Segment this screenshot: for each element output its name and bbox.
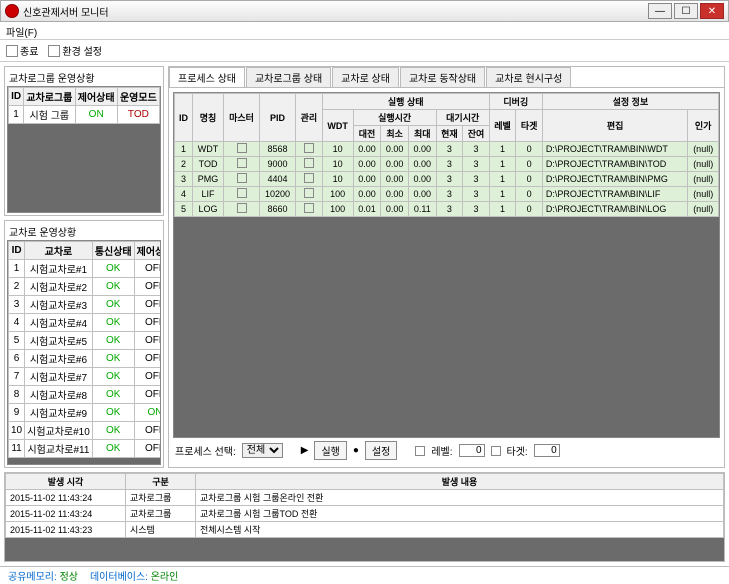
process-select[interactable]: 전체: [242, 443, 283, 458]
g1-h-mode: 운영모드: [117, 88, 159, 106]
target-input[interactable]: 0: [534, 444, 560, 457]
table-row[interactable]: 5LOG86601000.010.000.113310D:\PROJECT\TR…: [175, 202, 719, 217]
tab-phasecfg[interactable]: 교차로 현시구성: [486, 67, 571, 87]
target-label: 타겟:: [507, 443, 528, 458]
stop-button[interactable]: 설정: [365, 441, 397, 460]
table-row[interactable]: 1 시험 그룹 ON TOD: [9, 106, 160, 124]
group-status-table: ID 교차로그룹 제어상태 운영모드 1 시험 그룹 ON TOD: [8, 87, 160, 124]
g2-h-name: 교차로: [25, 242, 93, 260]
play-icon: ▶: [301, 445, 309, 456]
menubar: 파일(F): [0, 22, 729, 40]
status-mem-label: 공유메모리:: [8, 572, 57, 583]
intersection-status-table: ID 교차로 통신상태 제어상태 1시험교차로#1OKOFF2시험교차로#2OK…: [8, 241, 161, 458]
toolbar-exit-label: 종료: [20, 43, 38, 58]
table-row[interactable]: 2TOD9000100.000.000.003310D:\PROJECT\TRA…: [175, 157, 719, 172]
menu-file[interactable]: 파일(F): [6, 28, 37, 39]
g2-h-ctrl: 제어상태: [134, 242, 161, 260]
log-h-cat: 구분: [126, 474, 196, 490]
settings-icon: [48, 45, 60, 57]
table-row[interactable]: 1WDT8568100.000.000.003310D:\PROJECT\TRA…: [175, 142, 719, 157]
exit-icon: [6, 45, 18, 57]
table-row[interactable]: 6시험교차로#6OKOFF: [9, 350, 162, 368]
status-db-label: 데이터베이스:: [90, 572, 148, 583]
table-row[interactable]: 2015-11-02 11:43:23시스템전체시스템 시작: [6, 522, 724, 538]
tabstrip: 프로세스 상태 교차로그룹 상태 교차로 상태 교차로 동작상태 교차로 현시구…: [169, 67, 724, 88]
status-db-value: 온라인: [151, 572, 179, 583]
minimize-button[interactable]: —: [648, 3, 672, 19]
g1-h-name: 교차로그룹: [24, 88, 75, 106]
table-row[interactable]: 7시험교차로#7OKOFF: [9, 368, 162, 386]
table-row[interactable]: 4시험교차로#4OKOFF: [9, 314, 162, 332]
tab-opstatus[interactable]: 교차로 동작상태: [400, 67, 485, 87]
table-row[interactable]: 2015-11-02 11:43:24교차로그룹교차로그룹 시험 그룹온라인 전…: [6, 490, 724, 506]
intersection-status-box: 교차로 운영상황 ID 교차로 통신상태 제어상태 1시험교차로#1OKOFF2…: [4, 220, 164, 468]
toolbar-exit[interactable]: 종료: [6, 43, 38, 58]
table-row[interactable]: 3시험교차로#3OKOFF: [9, 296, 162, 314]
table-row[interactable]: 8시험교차로#8OKOFF: [9, 386, 162, 404]
select-label: 프로세스 선택:: [175, 443, 236, 458]
table-row[interactable]: 1시험교차로#1OKOFF: [9, 260, 162, 278]
level-check[interactable]: [415, 446, 425, 456]
table-row[interactable]: 5시험교차로#5OKOFF: [9, 332, 162, 350]
level-label: 레벨:: [431, 443, 452, 458]
target-check[interactable]: [491, 446, 501, 456]
log-h-msg: 발생 내용: [196, 474, 724, 490]
toolbar: 종료 환경 설정: [0, 40, 729, 62]
toolbar-settings[interactable]: 환경 설정: [48, 43, 102, 58]
play-button[interactable]: 실행: [314, 441, 346, 460]
log-table: 발생 시각 구분 발생 내용 2015-11-02 11:43:24교차로그룹교…: [5, 473, 724, 538]
group-status-title: 교차로그룹 운영상황: [7, 69, 161, 86]
tab-process[interactable]: 프로세스 상태: [169, 67, 245, 87]
process-table: ID 명칭 마스터 PID 관리 실행 상태 디버깅 설정 정보 WDT 실행시…: [174, 93, 719, 217]
close-button[interactable]: ✕: [700, 3, 724, 19]
g1-h-ctrl: 제어상태: [75, 88, 117, 106]
window-title: 신호관제서버 모니터: [23, 4, 646, 19]
g2-h-id: ID: [9, 242, 25, 260]
control-bar: 프로세스 선택: 전체 ▶ 실행 ● 설정 레벨: 0 타겟: 0: [173, 438, 720, 463]
titlebar: 신호관제서버 모니터 — ☐ ✕: [0, 0, 729, 22]
stop-icon: ●: [353, 445, 359, 456]
level-input[interactable]: 0: [459, 444, 485, 457]
tab-groupstatus[interactable]: 교차로그룹 상태: [246, 67, 331, 87]
log-h-time: 발생 시각: [6, 474, 126, 490]
g2-h-comm: 통신상태: [92, 242, 134, 260]
tab-intstatus[interactable]: 교차로 상태: [332, 67, 399, 87]
toolbar-settings-label: 환경 설정: [62, 43, 102, 58]
status-bar: 공유메모리: 정상 데이터베이스: 온라인: [0, 566, 729, 584]
table-row[interactable]: 9시험교차로#9OKON: [9, 404, 162, 422]
maximize-button[interactable]: ☐: [674, 3, 698, 19]
status-mem-value: 정상: [60, 572, 78, 583]
group-status-box: 교차로그룹 운영상황 ID 교차로그룹 제어상태 운영모드 1 시험 그룹 ON…: [4, 66, 164, 216]
intersection-status-title: 교차로 운영상황: [7, 223, 161, 240]
table-row[interactable]: 2시험교차로#2OKOFF: [9, 278, 162, 296]
table-row[interactable]: 3PMG4404100.000.000.003310D:\PROJECT\TRA…: [175, 172, 719, 187]
table-row[interactable]: 2015-11-02 11:43:24교차로그룹교차로그룹 시험 그룹TOD 전…: [6, 506, 724, 522]
table-row[interactable]: 4LIF102001000.000.000.003310D:\PROJECT\T…: [175, 187, 719, 202]
table-row[interactable]: 10시험교차로#10OKOFF: [9, 422, 162, 440]
table-row[interactable]: 11시험교차로#11OKOFF: [9, 440, 162, 458]
app-icon: [5, 4, 19, 18]
g1-h-id: ID: [9, 88, 24, 106]
